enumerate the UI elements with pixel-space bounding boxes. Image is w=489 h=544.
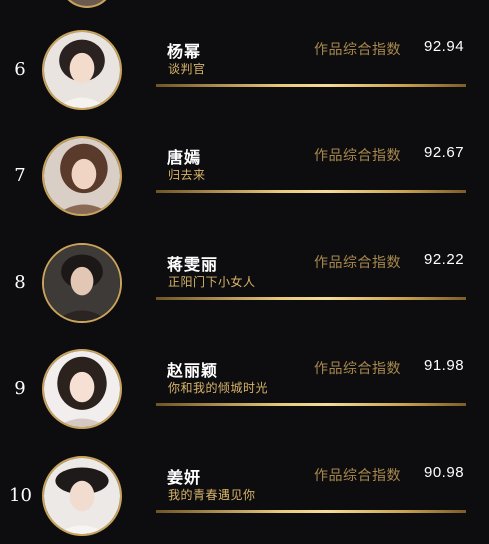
gold-divider <box>156 510 466 513</box>
celebrity-name: 唐嫣 <box>167 148 202 167</box>
rank-number: 9 <box>14 378 26 399</box>
score-value: 92.22 <box>424 251 465 268</box>
ranking-row: 6 杨幂 谈判官 作品综合指数 92.94 <box>0 2 489 110</box>
rank-number: 7 <box>14 165 26 186</box>
work-title: 归去来 <box>168 168 206 182</box>
score-value: 90.98 <box>424 464 465 481</box>
gold-divider <box>156 84 466 87</box>
metric-label: 作品综合指数 <box>314 468 401 484</box>
gold-divider <box>156 297 466 300</box>
metric-label: 作品综合指数 <box>314 42 401 58</box>
score-value: 91.98 <box>424 357 465 374</box>
avatar <box>42 30 122 110</box>
rank-number: 6 <box>14 59 26 80</box>
rank-number: 10 <box>9 485 32 506</box>
avatar <box>42 349 122 429</box>
celebrity-name: 赵丽颖 <box>167 361 219 380</box>
work-title: 我的青春遇见你 <box>168 488 256 502</box>
work-title: 谈判官 <box>168 62 206 76</box>
ranking-row: 10 姜妍 我的青春遇见你 作品综合指数 90.98 <box>0 428 489 536</box>
gold-divider <box>156 190 466 193</box>
avatar <box>42 243 122 323</box>
work-title: 你和我的倾城时光 <box>168 381 269 395</box>
celebrity-name: 蒋雯丽 <box>167 255 219 274</box>
celebrity-name: 姜妍 <box>167 468 202 487</box>
rank-number: 8 <box>14 272 26 293</box>
ranking-row: 7 唐嫣 归去来 作品综合指数 92.67 <box>0 108 489 216</box>
metric-label: 作品综合指数 <box>314 255 401 271</box>
celebrity-name: 杨幂 <box>167 42 202 61</box>
ranking-row: 8 蒋雯丽 正阳门下小女人 作品综合指数 92.22 <box>0 215 489 323</box>
work-title: 正阳门下小女人 <box>168 275 256 289</box>
avatar <box>42 136 122 216</box>
metric-label: 作品综合指数 <box>314 148 401 164</box>
gold-divider <box>156 403 466 406</box>
ranking-row: 9 赵丽颖 你和我的倾城时光 作品综合指数 91.98 <box>0 321 489 429</box>
metric-label: 作品综合指数 <box>314 361 401 377</box>
score-value: 92.67 <box>424 144 465 161</box>
score-value: 92.94 <box>424 38 465 55</box>
avatar <box>42 456 122 536</box>
